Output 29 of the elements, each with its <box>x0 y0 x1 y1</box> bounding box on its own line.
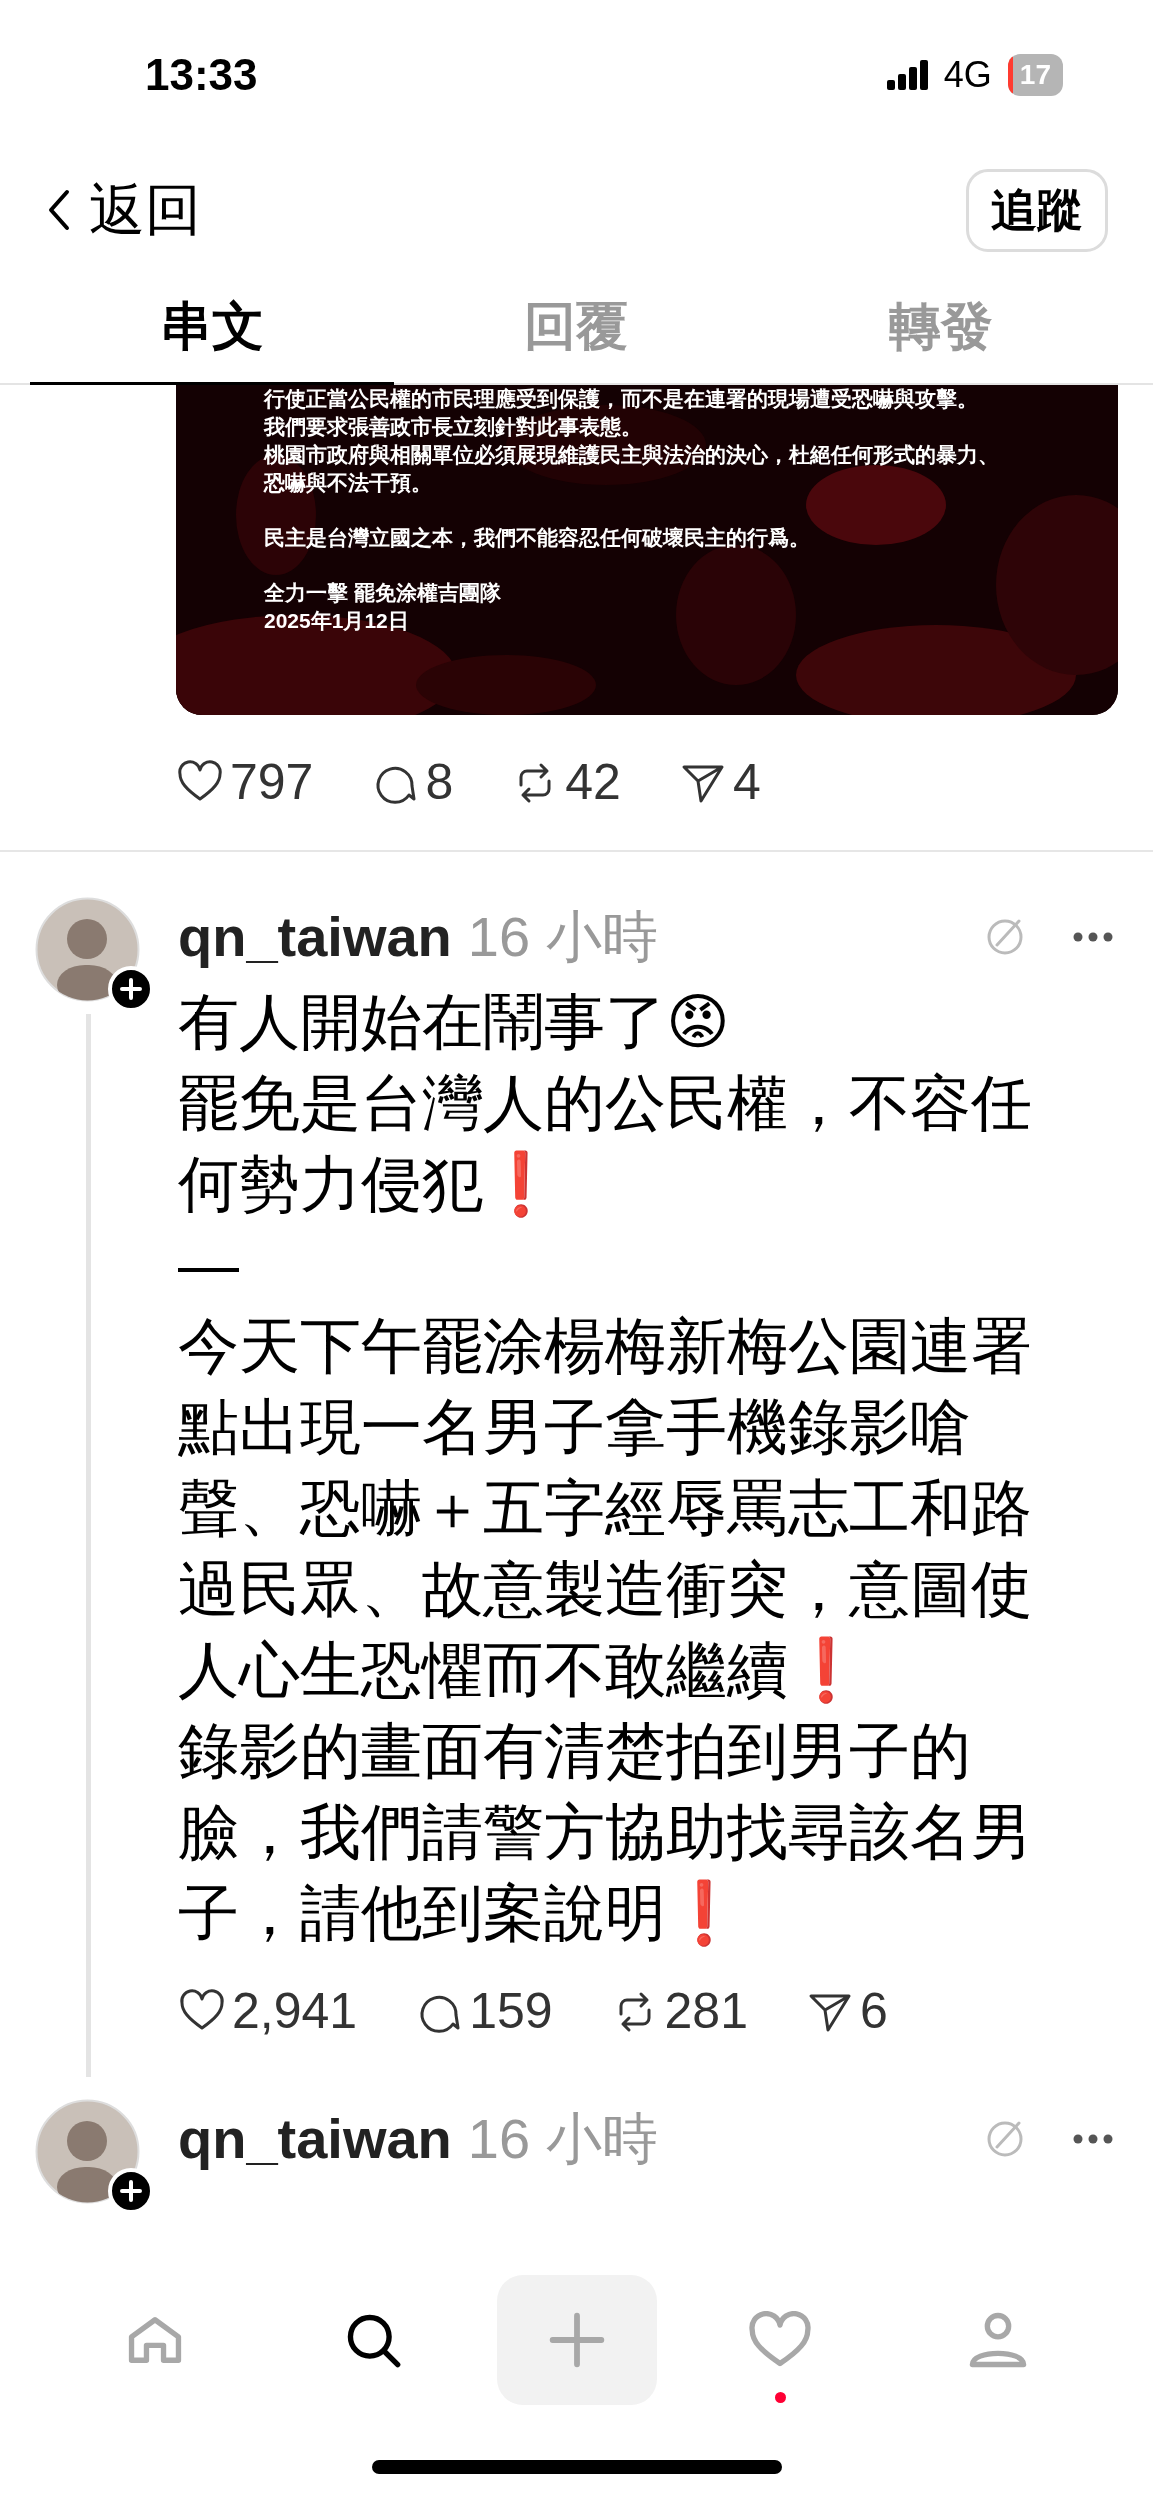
network-label: 4G <box>943 53 992 97</box>
back-button[interactable]: 返回 <box>45 168 201 252</box>
image-text: 民主是台灣立國之本，我們不能容忍任何破壞民主的行爲。 <box>264 525 811 551</box>
post-time: 16 小時 <box>467 904 658 970</box>
post-time: 16 小時 <box>467 2106 658 2172</box>
heart-icon <box>747 2311 812 2369</box>
image-text: 全力一擊 罷免涂權吉團隊 <box>264 580 502 606</box>
share-count: 4 <box>732 753 761 812</box>
image-text: 行使正當公民權的市民理應受到保護，而不是在連署的現場遭受恐嚇與攻擊。 <box>264 386 979 412</box>
image-text: 我們要求張善政市長立刻針對此事表態。 <box>264 414 643 440</box>
like-count: 797 <box>230 753 314 812</box>
image-text: 恐嚇與不法干預。 <box>264 470 433 496</box>
username[interactable]: qn_taiwan <box>178 2097 452 2181</box>
repost-count: 281 <box>664 1982 748 2041</box>
like-count: 2,941 <box>232 1982 358 2041</box>
image-text: 2025年1月12日 <box>264 608 410 634</box>
username[interactable]: qn_taiwan <box>178 895 452 979</box>
post-text: 有人開始在鬧事了😡 罷免是台灣人的公民權，不容任何勢力侵犯❗ — 今天下午罷涂楊梅新梅公園連署點出現一名男子拿手機錄影嗆聲、恐嚇＋五字經辱罵志工和路過民眾、故意製造衝突，意圖使人心生恐懼而不敢繼續❗ 錄影的畫面有清楚拍到男子的臉，我們請警方協助找尋該名男子，請他到案說明❗ <box>178 987 1033 1949</box>
more-icon[interactable] <box>1073 932 1113 942</box>
reply-count: 8 <box>425 753 454 812</box>
clock: 13:33 <box>145 49 258 101</box>
battery-indicator: 17 <box>1007 54 1063 96</box>
more-icon[interactable] <box>1073 2134 1113 2144</box>
image-text: 桃園市政府與相關單位必須展現維護民主與法治的決心，杜絕任何形式的暴力、 <box>264 442 1000 468</box>
repost-count: 42 <box>565 753 621 812</box>
share-count: 6 <box>860 1982 888 2041</box>
follow-button[interactable]: 追蹤 <box>966 168 1108 252</box>
reply-count: 159 <box>469 1982 553 2041</box>
signal-icon <box>886 60 928 90</box>
